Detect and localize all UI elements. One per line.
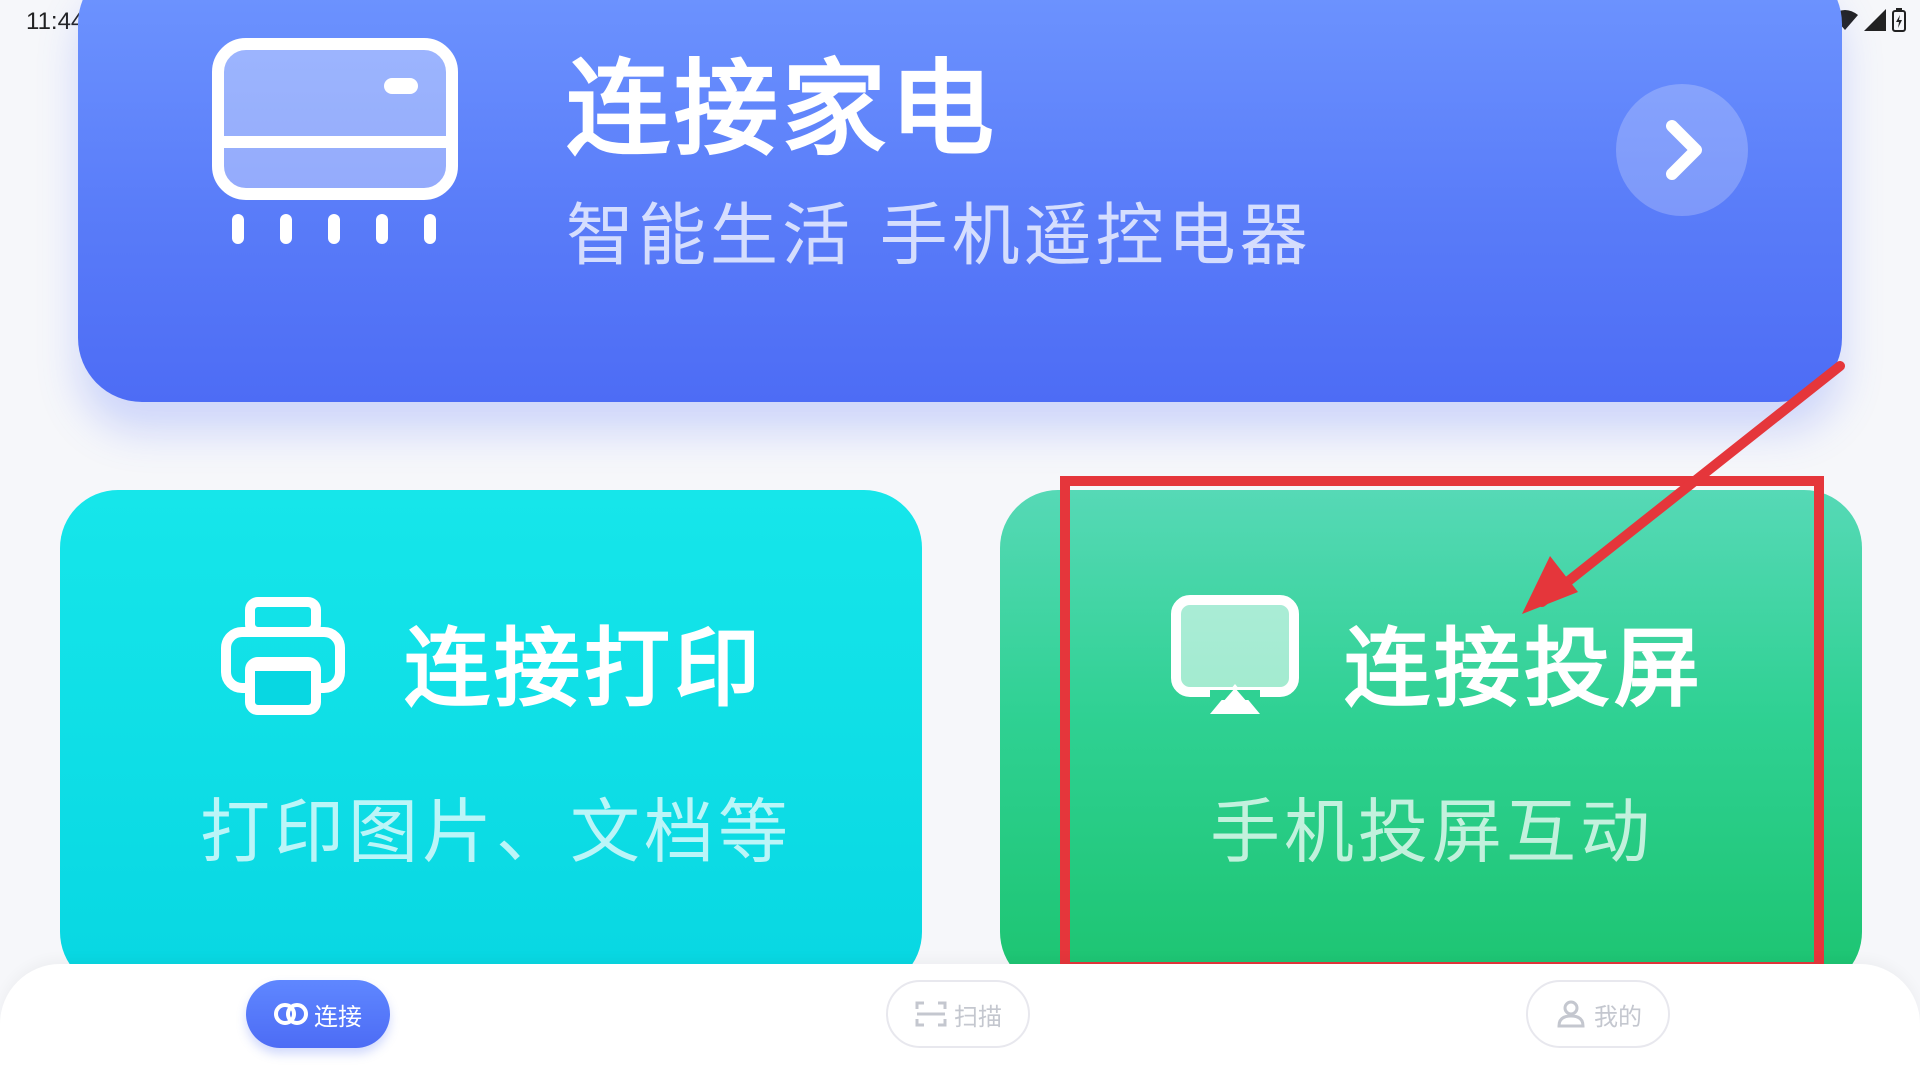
signal-icon xyxy=(1864,9,1886,31)
print-subtitle: 打印图片、文档等 xyxy=(200,791,792,873)
nav-mine-label: 我的 xyxy=(1594,1002,1642,1031)
user-icon xyxy=(1557,1000,1585,1028)
status-icons xyxy=(1832,8,1906,32)
appliance-arrow-button[interactable] xyxy=(1616,84,1748,216)
connect-appliance-card[interactable]: 连接家电 智能生活 手机遥控电器 xyxy=(78,0,1842,402)
bottom-nav: 连接 扫描 我的 xyxy=(0,964,1920,1080)
appliance-title: 连接家电 xyxy=(566,48,999,170)
status-time: 11:44 xyxy=(26,8,85,35)
scan-icon xyxy=(915,1001,947,1027)
pointer-arrow-icon xyxy=(1522,361,1845,614)
connect-print-card[interactable]: 连接打印 打印图片、文档等 xyxy=(60,490,922,990)
nav-scan-label: 扫描 xyxy=(954,1002,1002,1031)
appliance-subtitle: 智能生活 手机遥控电器 xyxy=(566,197,1312,276)
air-conditioner-icon xyxy=(212,38,458,244)
printer-icon xyxy=(221,597,345,715)
connect-icon xyxy=(274,1003,308,1025)
nav-mine[interactable]: 我的 xyxy=(1526,980,1670,1048)
print-title: 连接打印 xyxy=(404,619,764,719)
nav-scan[interactable]: 扫描 xyxy=(886,980,1030,1048)
nav-connect[interactable]: 连接 xyxy=(246,980,390,1048)
nav-connect-label: 连接 xyxy=(314,1002,362,1031)
battery-icon xyxy=(1892,8,1906,32)
chevron-right-icon xyxy=(1666,120,1702,180)
